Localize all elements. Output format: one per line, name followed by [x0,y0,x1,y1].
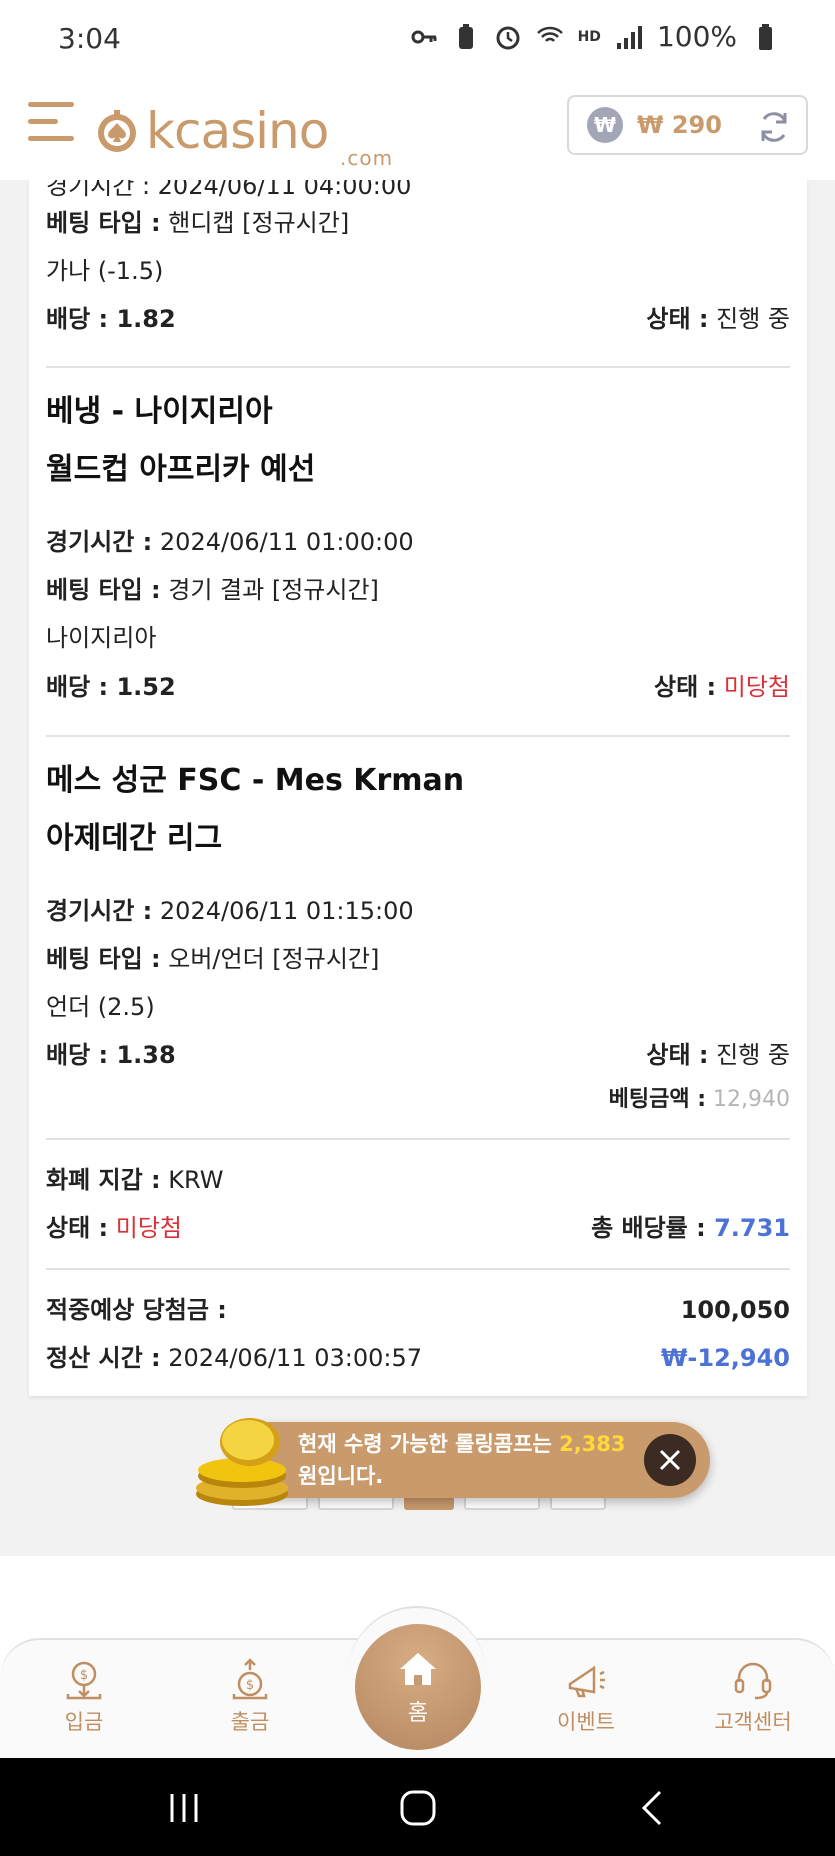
alarm-icon [494,23,522,51]
withdraw-icon: $ [232,1658,268,1700]
back-icon[interactable] [632,1786,676,1830]
gold-coins-icon [196,1418,288,1506]
match-time-row: 경기시간 : 2024/06/11 01:15:00 [46,897,414,925]
svg-text:$: $ [80,1668,88,1683]
status-bar: 3:04 HD 100% [0,0,835,84]
match-time-row: 경기시간 : 2024/06/11 01:00:00 [46,528,414,556]
svg-text:$: $ [246,1678,254,1693]
android-navigation-bar [0,1758,835,1856]
bet-type-row: 베팅 타입 : 경기 결과 [정규시간] [46,576,379,604]
home-nav-icon[interactable] [396,1786,440,1830]
headset-icon [734,1662,772,1700]
bet-type-row: 베팅 타입 : 핸디캡 [정규시간] [46,209,350,237]
battery-saver-icon [452,23,480,51]
key-icon [410,23,438,51]
nav-withdraw[interactable]: $ 출금 [190,1658,310,1736]
recent-apps-icon[interactable] [162,1786,206,1830]
cut-off-row: 경기시간 : 2024/06/11 04:00:00 [46,180,412,200]
divider [46,1268,790,1270]
expected-payout-row: 적중예상 당첨금 : 100,050 [46,1296,790,1324]
currency-row: 화폐 지갑 : KRW [46,1166,224,1194]
battery-icon [751,23,779,51]
match-teams: 메스 성군 FSC - Mes Krman [46,763,465,798]
logo[interactable]: kcasino .com [94,96,392,170]
toast-message: 현재 수령 가능한 롤링콤프는 2,383 원입니다. [298,1432,626,1488]
home-icon [400,1653,436,1685]
logo-domain: .com [340,146,394,170]
divider [46,366,790,368]
menu-icon[interactable] [28,102,74,148]
status-time: 3:04 [58,22,121,55]
status: 상태 : 미당첨 [654,673,790,701]
nav-event[interactable]: 이벤트 [526,1658,646,1736]
rolling-comp-toast: 현재 수령 가능한 롤링콤프는 2,383 원입니다. [230,1422,710,1498]
wallet-balance[interactable]: ₩ ₩ 290 [567,95,808,155]
spade-chip-icon [98,110,136,152]
bet-type-row: 베팅 타입 : 오버/언더 [정규시간] [46,945,380,973]
status-icons: HD 100% [410,20,779,53]
nav-support[interactable]: 고객센터 [693,1658,813,1736]
won-coin-icon: ₩ [587,107,623,143]
status-total-odds-row: 상태 : 미당첨 총 배당률 : 7.731 [46,1214,790,1242]
logo-text: kcasino [146,102,329,160]
deposit-icon: $ [66,1661,102,1700]
megaphone-icon [568,1665,605,1698]
status: 상태 : 진행 중 [646,1041,790,1069]
odds-status-row: 배당 : 1.38 상태 : 진행 중 [46,1041,790,1069]
odds-status-row: 배당 : 1.82 상태 : 진행 중 [46,305,790,333]
close-icon [659,1449,681,1471]
pick-row: 나이지리아 [46,624,157,652]
total-odds: 총 배당률 : 7.731 [591,1214,790,1242]
settlement-row: 정산 시간 : 2024/06/11 03:00:57 ₩-12,940 [46,1344,790,1372]
close-button[interactable] [644,1434,696,1486]
pick-row: 가나 (-1.5) [46,257,164,285]
league-name: 아제데간 리그 [46,821,223,856]
odds-status-row: 배당 : 1.52 상태 : 미당첨 [46,673,790,701]
wifi-icon [536,23,564,51]
nav-deposit[interactable]: $ 입금 [24,1658,144,1736]
signal-icon [615,23,643,51]
bet-history-card: 경기시간 : 2024/06/11 04:00:00 베팅 타입 : 핸디캡 [… [29,180,807,1396]
battery-percent: 100% [656,20,737,53]
nav-home[interactable]: 홈 [355,1624,481,1750]
status: 상태 : 진행 중 [646,305,790,333]
match-teams: 베냉 - 나이지리아 [46,394,273,429]
divider [46,1138,790,1140]
refresh-icon[interactable] [756,109,792,145]
pick-row: 언더 (2.5) [46,993,155,1021]
app-header: kcasino .com ₩ ₩ 290 [0,84,835,180]
hd-indicator: HD [577,28,601,45]
league-name: 월드컵 아프리카 예선 [46,452,316,487]
divider [46,735,790,737]
wallet-amount: ₩ 290 [637,111,722,139]
